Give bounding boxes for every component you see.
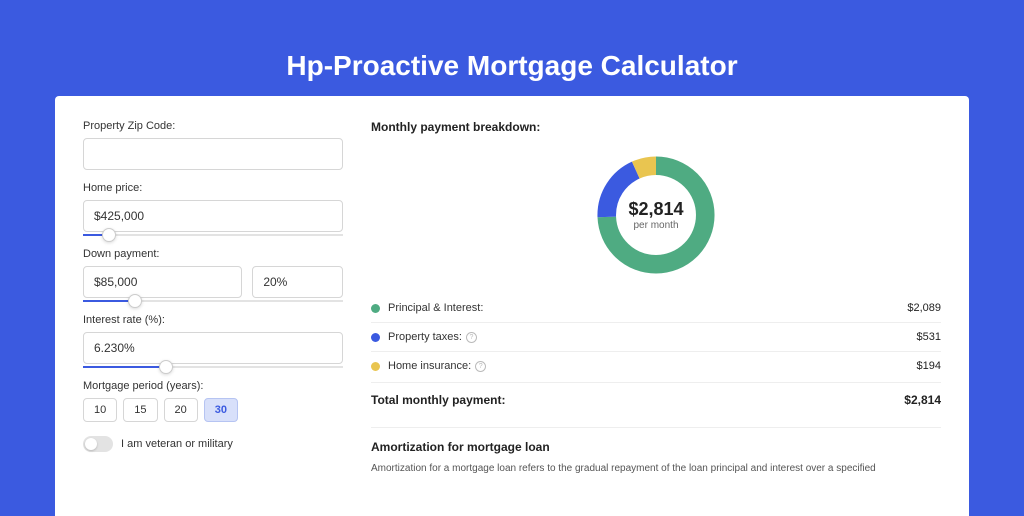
period-buttons: 1015 2030: [83, 398, 343, 422]
donut-amount: $2,814: [628, 199, 683, 220]
legend-value: $194: [917, 360, 941, 372]
period-btn-10[interactable]: 10: [83, 398, 117, 422]
rate-slider[interactable]: [83, 366, 343, 368]
legend-row: Home insurance:?$194: [371, 351, 941, 380]
legend-row: Principal & Interest:$2,089: [371, 294, 941, 322]
legend-label: Principal & Interest:: [388, 302, 907, 314]
total-label: Total monthly payment:: [371, 393, 904, 407]
veteran-label: I am veteran or military: [121, 438, 233, 450]
info-icon[interactable]: ?: [466, 332, 477, 343]
legend: Principal & Interest:$2,089Property taxe…: [371, 294, 941, 380]
period-btn-30[interactable]: 30: [204, 398, 238, 422]
legend-value: $531: [917, 331, 941, 343]
form-panel: Property Zip Code: Home price: Down paym…: [83, 120, 343, 492]
total-value: $2,814: [904, 393, 941, 407]
legend-label: Property taxes:?: [388, 331, 917, 343]
legend-row: Property taxes:?$531: [371, 322, 941, 351]
period-btn-20[interactable]: 20: [164, 398, 198, 422]
donut-sub: per month: [628, 220, 683, 231]
info-icon[interactable]: ?: [475, 361, 486, 372]
legend-value: $2,089: [907, 302, 941, 314]
legend-label: Home insurance:?: [388, 360, 917, 372]
amortization-title: Amortization for mortgage loan: [371, 440, 941, 454]
results-panel: Monthly payment breakdown: $2,814 per mo…: [371, 120, 941, 492]
divider: [371, 427, 941, 428]
veteran-toggle[interactable]: [83, 436, 113, 452]
amortization-text: Amortization for a mortgage loan refers …: [371, 462, 941, 476]
home-price-input[interactable]: [83, 200, 343, 232]
breakdown-title: Monthly payment breakdown:: [371, 120, 941, 134]
page-title: Hp-Proactive Mortgage Calculator: [55, 50, 969, 82]
legend-dot: [371, 304, 380, 313]
legend-dot: [371, 362, 380, 371]
home-price-label: Home price:: [83, 182, 343, 194]
rate-label: Interest rate (%):: [83, 314, 343, 326]
down-payment-slider[interactable]: [83, 300, 343, 302]
calculator-card: Property Zip Code: Home price: Down paym…: [55, 96, 969, 516]
zip-input[interactable]: [83, 138, 343, 170]
rate-input[interactable]: [83, 332, 343, 364]
home-price-slider[interactable]: [83, 234, 343, 236]
zip-label: Property Zip Code:: [83, 120, 343, 132]
period-label: Mortgage period (years):: [83, 380, 343, 392]
legend-dot: [371, 333, 380, 342]
period-btn-15[interactable]: 15: [123, 398, 157, 422]
donut-chart: $2,814 per month: [591, 150, 721, 280]
down-payment-input[interactable]: [83, 266, 242, 298]
down-payment-pct-input[interactable]: [252, 266, 343, 298]
down-payment-label: Down payment:: [83, 248, 343, 260]
